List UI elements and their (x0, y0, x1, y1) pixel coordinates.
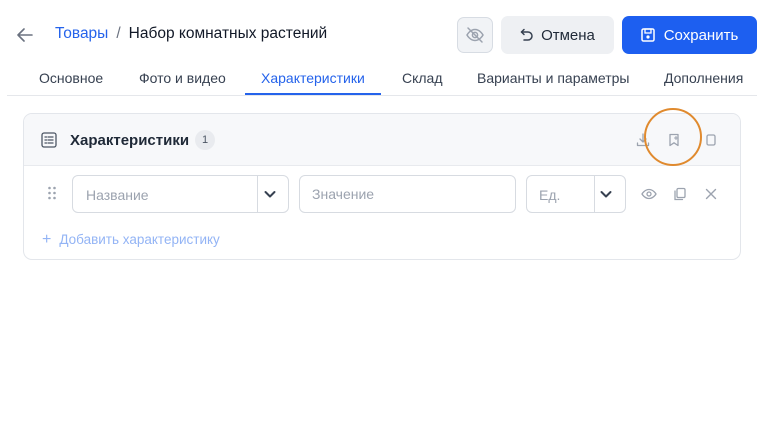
tab-warehouse[interactable]: Склад (386, 62, 459, 95)
tab-bar: Основное Фото и видео Характеристики Скл… (7, 62, 757, 96)
row-duplicate-button[interactable] (671, 185, 689, 203)
eye-icon (641, 188, 657, 200)
save-button-label: Сохранить (663, 26, 739, 44)
tab-photo-video[interactable]: Фото и видео (123, 62, 242, 95)
page-header: Товары / Набор комнатных растений Отмена… (0, 0, 764, 70)
name-select-divider (257, 176, 258, 212)
characteristics-card: Характеристики 1 Название Ед. + Добав (23, 113, 741, 260)
tab-characteristics[interactable]: Характеристики (245, 62, 381, 95)
list-icon (41, 132, 57, 148)
name-select-placeholder: Название (86, 187, 149, 203)
copy-button[interactable] (702, 131, 720, 149)
drag-handle[interactable] (48, 186, 56, 205)
breadcrumb-separator: / (116, 25, 121, 42)
unit-select-divider (594, 176, 595, 212)
breadcrumb: Товары / Набор комнатных растений (55, 25, 327, 43)
plus-icon: + (42, 230, 52, 248)
chevron-down-icon[interactable] (262, 186, 278, 202)
save-button[interactable]: Сохранить (622, 16, 757, 54)
value-input[interactable] (299, 175, 516, 213)
cancel-button-label: Отмена (541, 26, 595, 44)
bookmark-icon (669, 133, 679, 147)
bookmark-button[interactable] (665, 131, 683, 149)
visibility-toggle-button[interactable] (457, 17, 493, 53)
tab-main[interactable]: Основное (23, 62, 119, 95)
download-icon (636, 133, 650, 147)
chevron-down-icon[interactable] (598, 186, 614, 202)
row-visibility-button[interactable] (640, 185, 658, 203)
arrow-left-icon (17, 28, 33, 42)
cancel-button[interactable]: Отмена (501, 16, 614, 54)
add-characteristic-link[interactable]: + Добавить характеристику (42, 230, 220, 248)
close-icon (705, 188, 717, 200)
download-button[interactable] (634, 131, 652, 149)
add-characteristic-label: Добавить характеристику (59, 232, 220, 247)
card-title: Характеристики (70, 132, 190, 149)
card-header: Характеристики 1 (24, 114, 740, 166)
unit-select[interactable]: Ед. (526, 175, 626, 213)
duplicate-icon (674, 187, 686, 201)
back-button[interactable] (14, 24, 36, 46)
tab-additions[interactable]: Дополнения (648, 62, 759, 95)
drag-handle-icon (48, 186, 56, 200)
row-remove-button[interactable] (702, 185, 720, 203)
page-title: Набор комнатных растений (128, 25, 328, 42)
unit-select-placeholder: Ед. (539, 187, 561, 203)
undo-icon (520, 28, 533, 41)
floppy-disk-icon (640, 28, 655, 42)
breadcrumb-link-products[interactable]: Товары (55, 25, 108, 43)
eye-off-icon (466, 27, 484, 43)
tab-variants[interactable]: Варианты и параметры (461, 62, 645, 95)
count-badge: 1 (195, 130, 215, 150)
name-select[interactable]: Название (72, 175, 289, 213)
square-icon (706, 134, 716, 146)
